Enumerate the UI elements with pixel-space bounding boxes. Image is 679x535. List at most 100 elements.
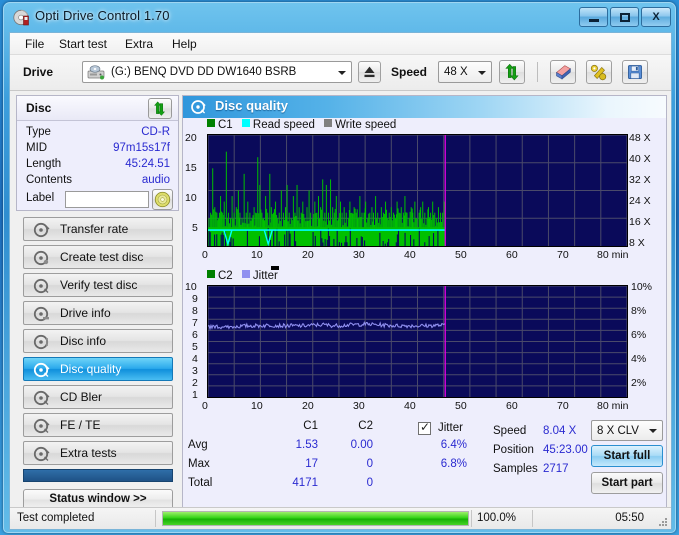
minimize-button[interactable]: [579, 7, 608, 27]
sidebar-item-create-test-disc[interactable]: Create test disc: [23, 245, 173, 269]
start-full-button[interactable]: Start full: [591, 445, 663, 467]
c2-plot-area[interactable]: [207, 285, 628, 398]
menu-help[interactable]: Help: [167, 36, 202, 52]
legend-swatch-read-speed: [241, 119, 250, 127]
disc-info-group: Disc Type CD-R MID 97m15s17f Length 45:2…: [16, 95, 179, 211]
c2-y2tick-6: 6%: [631, 329, 647, 341]
c2-xtick-10: 10: [251, 400, 263, 412]
jitter-checkbox[interactable]: [418, 420, 431, 435]
c2-xtick-30: 30: [353, 400, 365, 412]
menu-start-test[interactable]: Start test: [54, 36, 112, 52]
stats-header-c1: C1: [303, 420, 318, 432]
save-button[interactable]: [622, 60, 648, 84]
close-button[interactable]: X: [641, 7, 671, 27]
eject-button[interactable]: [358, 61, 381, 83]
c2-ytick-1: 1: [192, 389, 198, 401]
stats-avg-c2: 0.00: [350, 439, 373, 451]
menu-extra[interactable]: Extra: [120, 36, 158, 52]
samples-stat-label: Samples: [493, 463, 538, 475]
stats-max-c1: 17: [305, 458, 318, 470]
speed-select[interactable]: 48 X: [438, 61, 492, 83]
maximize-button[interactable]: [610, 7, 639, 27]
legend-swatch-jitter: [241, 270, 250, 278]
c1-chart-legend: C1 Read speed Write speed: [207, 119, 396, 131]
sidebar-label: FE / TE: [60, 418, 101, 432]
refresh-arrows-icon: [505, 63, 519, 81]
disc-mid-label: MID: [26, 142, 48, 154]
drive-value: (G:) BENQ DVD DD DW1640 BSRB: [111, 66, 297, 78]
sidebar-label: Verify test disc: [60, 278, 138, 292]
c1-xtick-30: 30: [353, 249, 365, 261]
disc-type-label: Type: [26, 126, 51, 138]
legend-label-read-speed: Read speed: [252, 119, 315, 131]
disc-icon: [13, 9, 29, 26]
c1-xtick-50: 50: [455, 249, 467, 261]
legend-swatch-write-speed: [324, 119, 333, 127]
c2-jitter-chart: C2 Jitter 10 9 8 7 6 5 4 3 2 1 10% 8% 6%…: [183, 266, 666, 414]
c2-y2tick-4: 4%: [631, 353, 647, 365]
legend-label-c1: C1: [218, 119, 233, 131]
toolbar-separator: [537, 62, 538, 82]
stats-max-jitter: 6.8%: [440, 458, 467, 470]
erase-button[interactable]: [550, 60, 576, 84]
clv-speed-select[interactable]: 8 X CLV: [591, 420, 663, 441]
chevron-down-icon: [338, 71, 346, 75]
disc-label-input[interactable]: [65, 191, 149, 208]
c2-chart-legend: C2 Jitter: [207, 270, 278, 282]
sidebar-label: Extra tests: [60, 446, 117, 460]
tools-button[interactable]: [586, 60, 612, 84]
disc-info-icon: [33, 334, 49, 350]
c2-ytick-5: 5: [192, 341, 198, 353]
label-disc-button[interactable]: [152, 189, 173, 210]
resize-grip-icon[interactable]: [657, 516, 668, 527]
sidebar-item-disc-quality[interactable]: Disc quality: [23, 357, 173, 381]
jitter-label: Jitter: [438, 422, 463, 434]
sidebar-item-extra-tests[interactable]: Extra tests: [23, 441, 173, 465]
stats-row-avg-label: Avg: [188, 439, 208, 451]
sidebar-label: Create test disc: [60, 250, 144, 264]
disc-group-title: Disc: [26, 101, 52, 115]
legend-label-jitter: Jitter: [252, 270, 278, 282]
statusbar-separator: [155, 510, 156, 527]
progress-fill: [163, 512, 468, 525]
sidebar-item-fe-te[interactable]: FE / TE: [23, 413, 173, 437]
refresh-button[interactable]: [499, 60, 525, 84]
disc-contents-label: Contents: [26, 174, 73, 186]
disc-quality-icon: [191, 100, 206, 114]
start-part-button[interactable]: Start part: [591, 472, 663, 494]
clv-value: 8 X CLV: [597, 425, 639, 437]
c2-ytick-3: 3: [192, 365, 198, 377]
disc-refresh-button[interactable]: [148, 98, 172, 119]
stats-avg-c1: 1.53: [295, 439, 318, 451]
sidebar-item-verify-test-disc[interactable]: Verify test disc: [23, 273, 173, 297]
speed-stat-label: Speed: [493, 425, 527, 437]
progress-percent: 100.0%: [477, 512, 517, 524]
c1-y2tick-8: 8 X: [629, 237, 645, 249]
elapsed-time: 05:50: [615, 512, 644, 524]
c1-plot-area[interactable]: [207, 134, 628, 247]
legend-label-c2: C2: [218, 270, 233, 282]
c1-y2tick-16: 16 X: [629, 216, 651, 228]
c2-xtick-60: 60: [506, 400, 518, 412]
stats-row-max-label: Max: [188, 458, 210, 470]
sidebar-item-cd-bler[interactable]: CD Bler: [23, 385, 173, 409]
drive-select[interactable]: (G:) BENQ DVD DD DW1640 BSRB: [82, 61, 352, 83]
legend-swatch-c1: [207, 119, 215, 127]
sidebar-item-transfer-rate[interactable]: Transfer rate: [23, 217, 173, 241]
panel-title: Disc quality: [215, 98, 288, 113]
c2-y2tick-8: 8%: [631, 305, 647, 317]
menu-file[interactable]: File: [20, 36, 49, 52]
nav-blue-strip: [23, 469, 173, 482]
drive-label: Drive: [23, 65, 54, 79]
cd-disc-icon: [154, 191, 171, 208]
sidebar-label: Disc quality: [60, 362, 122, 376]
sidebar-item-drive-info[interactable]: Drive info: [23, 301, 173, 325]
eject-icon: [364, 66, 375, 78]
statusbar-separator: [532, 510, 533, 527]
sidebar-item-disc-info[interactable]: Disc info: [23, 329, 173, 353]
speed-value: 48 X: [444, 66, 468, 78]
disc-burn-icon: [33, 250, 49, 266]
c1-xtick-10: 10: [251, 249, 263, 261]
stats-total-c1: 4171: [292, 477, 318, 489]
panel-header: Disc quality: [183, 96, 666, 118]
